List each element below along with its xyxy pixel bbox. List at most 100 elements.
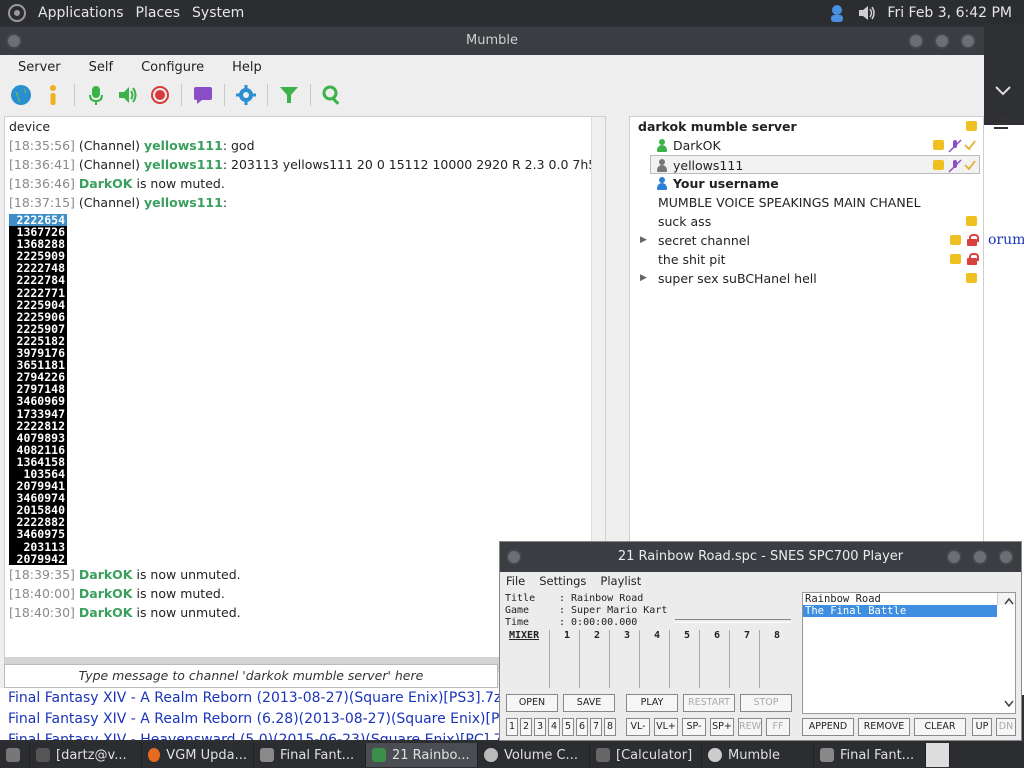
tree-user-yellows111[interactable]: yellows111 — [650, 155, 980, 174]
playlist-item-selected[interactable]: The Final Battle — [803, 605, 997, 617]
speaker-icon[interactable] — [115, 82, 141, 108]
tree-user-self[interactable]: Your username — [630, 174, 983, 193]
playlist-scrollbar[interactable] — [997, 593, 1015, 708]
record-icon[interactable] — [147, 82, 173, 108]
close-button[interactable] — [960, 33, 976, 49]
menu-self[interactable]: Self — [89, 60, 113, 75]
chat-username[interactable]: yellows111 — [144, 195, 223, 210]
seek-bar[interactable] — [675, 619, 791, 623]
append-button[interactable]: APPEND — [802, 718, 854, 736]
stop-button[interactable]: STOP — [740, 694, 792, 712]
task-snes-player[interactable]: 21 Rainbo... — [366, 743, 478, 767]
mixer-channel[interactable]: 7 — [729, 630, 759, 688]
rewind-button[interactable]: REW — [738, 718, 762, 736]
tree-channel[interactable]: the shit pit — [630, 250, 983, 269]
task-firefox[interactable]: VGM Upda... — [142, 743, 254, 767]
mixer-channel[interactable]: 8 — [759, 630, 789, 688]
window-menu-button[interactable] — [506, 549, 522, 565]
move-up-button[interactable]: UP — [972, 718, 992, 736]
channel-toggle-1[interactable]: 1 — [506, 718, 518, 736]
mixer-channel[interactable]: 1 — [549, 630, 579, 688]
mixer-channel[interactable]: 2 — [579, 630, 609, 688]
chat-username[interactable]: yellows111 — [144, 157, 223, 172]
chat-username[interactable]: DarkOK — [79, 605, 133, 620]
tree-channel[interactable]: ▶ super sex suBCHanel hell — [630, 269, 983, 288]
chat-bubble-icon[interactable] — [190, 82, 216, 108]
play-button[interactable]: PLAY — [626, 694, 678, 712]
comment-icon[interactable] — [950, 254, 961, 264]
download-link[interactable]: Final Fantasy XIV - Heavensward (5.0)(20… — [0, 730, 499, 740]
comment-icon[interactable] — [950, 235, 961, 245]
clear-button[interactable]: CLEAR — [914, 718, 966, 736]
menu-places[interactable]: Places — [136, 5, 181, 21]
mumble-tray-icon[interactable] — [827, 3, 847, 23]
comment-icon[interactable] — [933, 140, 944, 150]
mixer-channel[interactable]: 5 — [669, 630, 699, 688]
connect-globe-icon[interactable] — [8, 82, 34, 108]
tree-user-darkok[interactable]: DarkOK — [630, 136, 983, 155]
scroll-arrows-icon[interactable] — [1000, 593, 1018, 713]
tree-channel[interactable]: ▶ secret channel — [630, 231, 983, 250]
menu-playlist[interactable]: Playlist — [600, 574, 641, 588]
chat-username[interactable]: DarkOK — [79, 567, 133, 582]
playlist[interactable]: Rainbow Road The Final Battle — [802, 592, 1016, 714]
workspace-switcher[interactable] — [926, 743, 950, 767]
remove-button[interactable]: REMOVE — [858, 718, 910, 736]
comment-icon[interactable] — [966, 216, 977, 226]
task-final-fantasy[interactable]: Final Fant... — [814, 743, 926, 767]
download-link[interactable]: Final Fantasy XIV - A Realm Reborn (2013… — [0, 688, 499, 709]
mixer-channel[interactable]: 3 — [609, 630, 639, 688]
menu-configure[interactable]: Configure — [141, 60, 204, 75]
volume-down-button[interactable]: VL- — [626, 718, 650, 736]
playlist-item[interactable]: Rainbow Road — [803, 593, 1015, 605]
tree-server-root[interactable]: darkok mumble server — [630, 117, 983, 136]
restart-button[interactable]: RESTART — [683, 694, 735, 712]
task-volume-control[interactable]: Volume C... — [478, 743, 590, 767]
open-button[interactable]: OPEN — [506, 694, 558, 712]
settings-gear-icon[interactable] — [233, 82, 259, 108]
chat-username[interactable]: yellows111 — [144, 138, 223, 153]
chat-username[interactable]: DarkOK — [79, 176, 133, 191]
tree-channel[interactable]: MUMBLE VOICE SPEAKINGS MAIN CHANEL — [630, 193, 983, 212]
info-icon[interactable] — [40, 82, 66, 108]
show-desktop-button[interactable] — [0, 743, 30, 767]
search-icon[interactable] — [319, 82, 345, 108]
mumble-titlebar[interactable]: Mumble — [0, 27, 984, 55]
close-button[interactable] — [998, 549, 1014, 565]
comment-icon[interactable] — [933, 160, 944, 170]
menu-help[interactable]: Help — [232, 60, 262, 75]
mixer-channel[interactable]: 6 — [699, 630, 729, 688]
channel-toggle-8[interactable]: 8 — [604, 718, 616, 736]
speed-down-button[interactable]: SP- — [682, 718, 706, 736]
task-mumble[interactable]: Mumble — [702, 743, 814, 767]
task-file-manager[interactable]: Final Fant... — [254, 743, 366, 767]
channel-toggle-6[interactable]: 6 — [576, 718, 588, 736]
distro-logo-icon[interactable] — [8, 3, 26, 22]
maximize-button[interactable] — [972, 549, 988, 565]
channel-toggle-4[interactable]: 4 — [548, 718, 560, 736]
fast-forward-button[interactable]: FF — [766, 718, 790, 736]
menu-system[interactable]: System — [192, 5, 244, 21]
menu-server[interactable]: Server — [18, 60, 61, 75]
menu-file[interactable]: File — [506, 574, 525, 588]
filter-icon[interactable] — [276, 82, 302, 108]
chat-username[interactable]: DarkOK — [79, 586, 133, 601]
channel-tree[interactable]: darkok mumble server DarkOK yellows111 Y… — [629, 116, 984, 556]
comment-icon[interactable] — [966, 273, 977, 283]
message-input[interactable]: Type message to channel 'darkok mumble s… — [4, 664, 498, 688]
download-link[interactable]: Final Fantasy XIV - A Realm Reborn (6.28… — [0, 709, 499, 730]
task-terminal[interactable]: [dartz@v... — [30, 743, 142, 767]
menu-applications[interactable]: Applications — [38, 5, 124, 21]
mixer-channel[interactable]: 4 — [639, 630, 669, 688]
minimize-button[interactable] — [946, 549, 962, 565]
channel-toggle-5[interactable]: 5 — [562, 718, 574, 736]
channel-toggle-7[interactable]: 7 — [590, 718, 602, 736]
maximize-button[interactable] — [934, 33, 950, 49]
snes-titlebar[interactable]: 21 Rainbow Road.spc - SNES SPC700 Player — [500, 542, 1021, 572]
comment-icon[interactable] — [966, 121, 977, 131]
minimize-button[interactable] — [908, 33, 924, 49]
microphone-icon[interactable] — [83, 82, 109, 108]
channel-toggle-2[interactable]: 2 — [520, 718, 532, 736]
volume-up-button[interactable]: VL+ — [654, 718, 678, 736]
clock[interactable]: Fri Feb 3, 6:42 PM — [887, 5, 1012, 21]
